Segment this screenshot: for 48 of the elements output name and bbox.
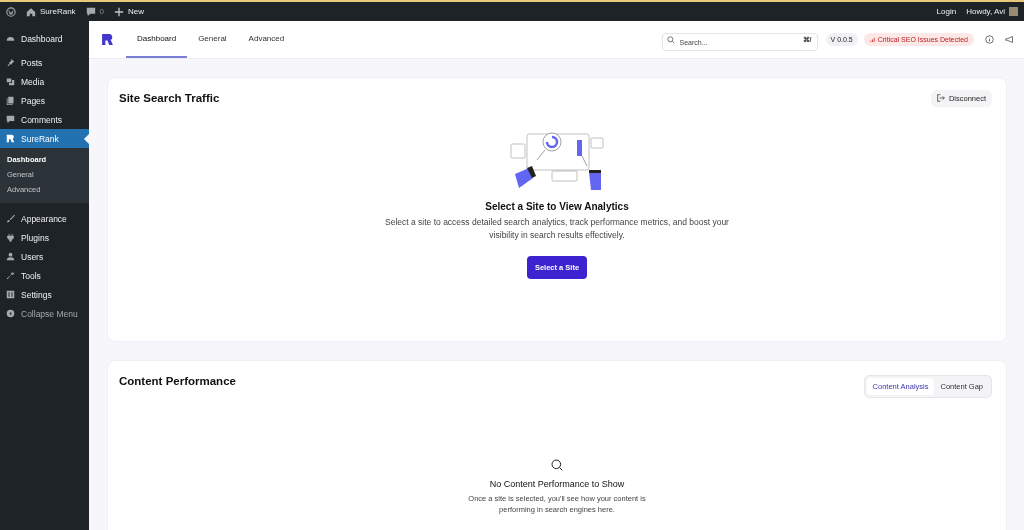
- comment-icon: [85, 6, 96, 17]
- pages-icon: [6, 96, 15, 105]
- sliders-icon: [6, 290, 15, 299]
- signal-bars-icon: [869, 37, 875, 42]
- sidebar-item[interactable]: Pages: [0, 91, 89, 110]
- sidebar-item[interactable]: Appearance: [0, 209, 89, 228]
- logo-icon: [6, 134, 15, 143]
- comment-icon: [6, 115, 15, 124]
- sidebar-item[interactable]: Comments: [0, 110, 89, 129]
- sidebar-item[interactable]: Tools: [0, 266, 89, 285]
- brush-icon: [6, 214, 15, 223]
- sidebar-item[interactable]: Posts: [0, 53, 89, 72]
- gauge-icon: [6, 34, 15, 43]
- sidebar-item[interactable]: Dashboard: [0, 29, 89, 48]
- logo-icon[interactable]: [101, 33, 114, 46]
- login-link[interactable]: Login: [936, 7, 957, 16]
- collapse-icon: [6, 309, 15, 318]
- search-icon: [551, 459, 563, 471]
- search-icon: [666, 35, 675, 44]
- site-link[interactable]: SureRank: [26, 6, 76, 17]
- pin-icon: [6, 58, 15, 67]
- sidebar-item[interactable]: Media: [0, 72, 89, 91]
- comments-link[interactable]: 0: [85, 6, 105, 17]
- account-link[interactable]: Howdy, Avi: [966, 7, 1018, 16]
- user-icon: [6, 252, 15, 261]
- wrench-icon: [6, 271, 15, 280]
- card-title: Content Performance: [119, 375, 236, 387]
- empty-state-heading: No Content Performance to Show: [489, 479, 625, 489]
- plus-icon: [114, 6, 125, 17]
- plug-icon: [6, 233, 15, 242]
- empty-state-description: Select a site to access detailed search analytics, track performance metrics, and boost your visibility in search results effectively.: [384, 216, 730, 242]
- media-icon: [6, 77, 15, 86]
- sidebar-item[interactable]: Collapse Menu: [0, 304, 89, 323]
- nav-tab[interactable]: Advanced: [237, 21, 296, 58]
- sidebar-item[interactable]: Plugins: [0, 228, 89, 247]
- logout-icon: [936, 94, 945, 102]
- nav-tab[interactable]: Dashboard: [126, 21, 188, 58]
- wordpress-logo-icon[interactable]: [6, 6, 16, 17]
- home-icon: [26, 6, 36, 17]
- sidebar-item[interactable]: Users: [0, 247, 89, 266]
- info-icon[interactable]: [985, 35, 994, 44]
- sidebar-item[interactable]: SureRank: [0, 129, 89, 148]
- card-title: Site Search Traffic: [119, 92, 220, 104]
- avatar-icon: [1009, 7, 1018, 16]
- sidebar-item[interactable]: Settings: [0, 285, 89, 304]
- new-link[interactable]: New: [114, 6, 145, 17]
- empty-state-heading: Select a Site to View Analytics: [485, 201, 629, 212]
- nav-tab[interactable]: General: [187, 21, 238, 58]
